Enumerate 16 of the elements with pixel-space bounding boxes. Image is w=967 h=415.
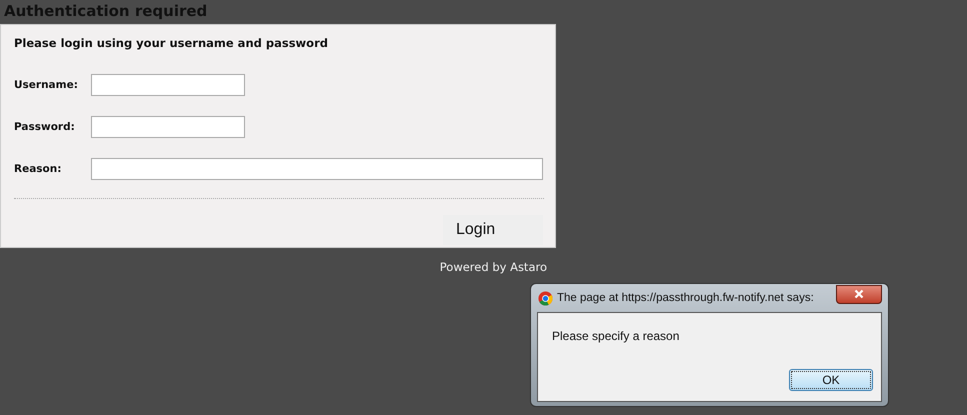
browser-logo-icon — [538, 290, 553, 306]
login-button[interactable]: Login — [443, 215, 543, 245]
close-button[interactable] — [836, 284, 882, 304]
field-label: Reason: — [14, 163, 62, 175]
dialog-title: The page at https://passthrough.fw-notify.net says: — [557, 292, 815, 304]
intro-text: Please login using your username and password — [14, 36, 329, 52]
field-label: Password: — [14, 121, 76, 133]
ok-button[interactable]: OK — [789, 369, 873, 391]
input-field[interactable] — [91, 116, 245, 138]
close-icon — [854, 289, 864, 299]
page-title: Authentication required — [3, 1, 208, 22]
footer-text: Powered by Astaro — [440, 260, 547, 274]
input-field[interactable] — [91, 74, 245, 96]
dialog-message: Please specify a reason — [552, 329, 680, 345]
input-field[interactable] — [90, 158, 543, 180]
field-label: Username: — [14, 79, 79, 91]
